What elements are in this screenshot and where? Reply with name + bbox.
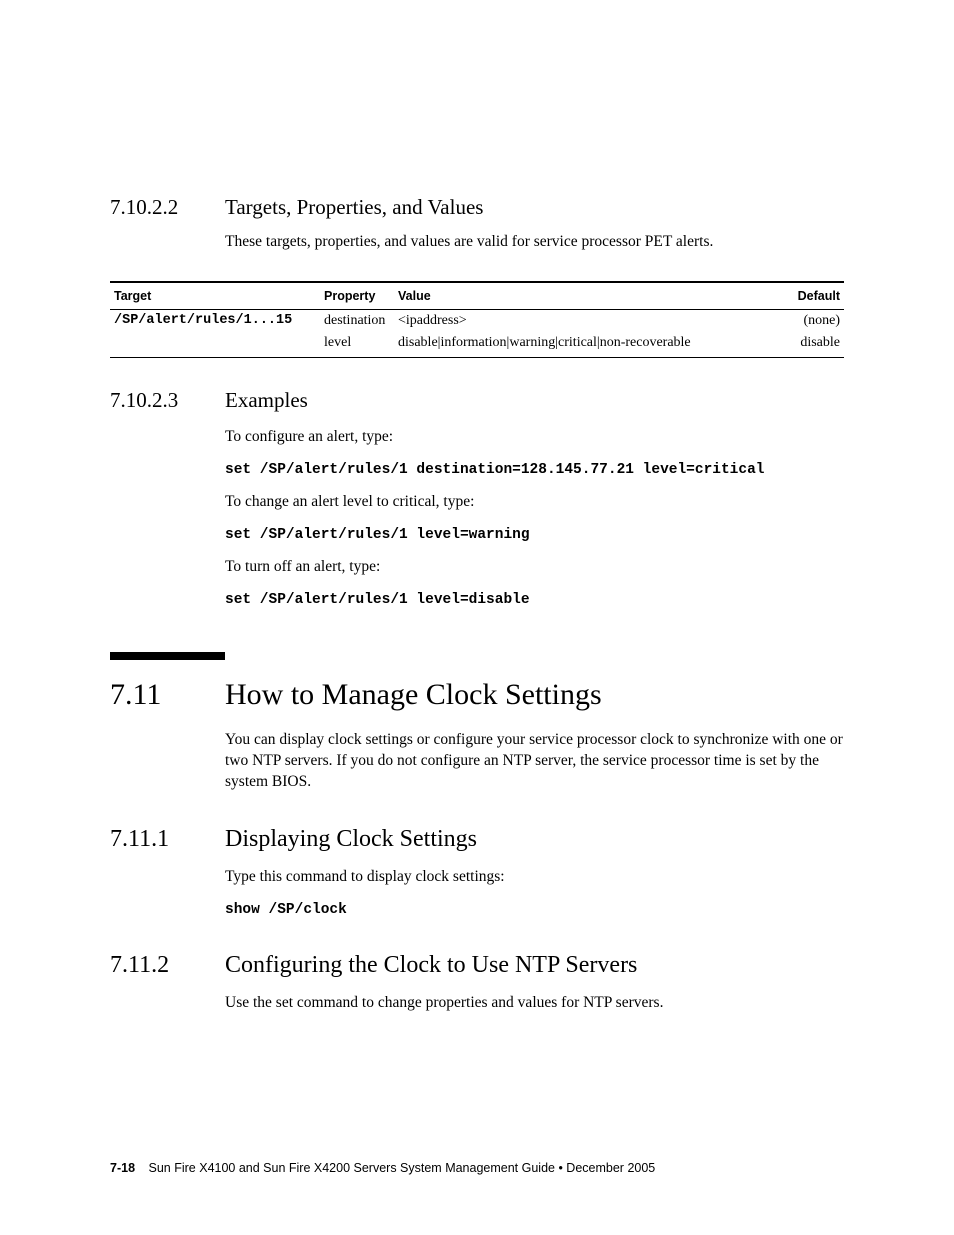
section-title: Displaying Clock Settings	[225, 826, 477, 853]
section-title: Configuring the Clock to Use NTP Servers	[225, 952, 637, 979]
section-number: 7.11.1	[110, 826, 225, 853]
col-value: Value	[394, 282, 784, 310]
cell-target	[110, 332, 320, 358]
code-block: set /SP/alert/rules/1 level=disable	[225, 592, 844, 608]
heading-7-10-2-3: 7.10.2.3 Examples	[110, 388, 844, 413]
cell-default: (none)	[784, 309, 844, 332]
cell-target: /SP/alert/rules/1...15	[110, 309, 320, 332]
heading-7-11-1: 7.11.1 Displaying Clock Settings	[110, 826, 844, 853]
paragraph: Use the set command to change properties…	[225, 993, 844, 1014]
paragraph: These targets, properties, and values ar…	[225, 232, 844, 253]
code-block: show /SP/clock	[225, 902, 844, 918]
section-number: 7.11.2	[110, 952, 225, 979]
section-number: 7.11	[110, 678, 225, 712]
heading-7-11-2: 7.11.2 Configuring the Clock to Use NTP …	[110, 952, 844, 979]
page-number: 7-18	[110, 1161, 135, 1175]
cell-value: <ipaddress>	[394, 309, 784, 332]
col-target: Target	[110, 282, 320, 310]
section-title: Targets, Properties, and Values	[225, 195, 483, 220]
section-title: How to Manage Clock Settings	[225, 678, 602, 712]
section-number: 7.10.2.2	[110, 195, 225, 220]
section-rule	[110, 652, 225, 660]
cell-default: disable	[784, 332, 844, 358]
code-block: set /SP/alert/rules/1 destination=128.14…	[225, 462, 844, 478]
col-property: Property	[320, 282, 394, 310]
paragraph: To change an alert level to critical, ty…	[225, 492, 844, 513]
footer-text: Sun Fire X4100 and Sun Fire X4200 Server…	[149, 1161, 656, 1175]
paragraph: Type this command to display clock setti…	[225, 867, 844, 888]
section-number: 7.10.2.3	[110, 388, 225, 413]
page-footer: 7-18 Sun Fire X4100 and Sun Fire X4200 S…	[110, 1161, 655, 1175]
alert-targets-table: Target Property Value Default /SP/alert/…	[110, 281, 844, 358]
heading-7-11: 7.11 How to Manage Clock Settings	[110, 678, 844, 712]
paragraph: You can display clock settings or config…	[225, 730, 844, 793]
cell-value: disable|information|warning|critical|non…	[394, 332, 784, 358]
cell-property: level	[320, 332, 394, 358]
paragraph: To configure an alert, type:	[225, 427, 844, 448]
paragraph: To turn off an alert, type:	[225, 557, 844, 578]
cell-property: destination	[320, 309, 394, 332]
code-block: set /SP/alert/rules/1 level=warning	[225, 527, 844, 543]
section-title: Examples	[225, 388, 308, 413]
table-row: level disable|information|warning|critic…	[110, 332, 844, 358]
col-default: Default	[784, 282, 844, 310]
table-row: /SP/alert/rules/1...15 destination <ipad…	[110, 309, 844, 332]
table-header-row: Target Property Value Default	[110, 282, 844, 310]
heading-7-10-2-2: 7.10.2.2 Targets, Properties, and Values	[110, 195, 844, 220]
